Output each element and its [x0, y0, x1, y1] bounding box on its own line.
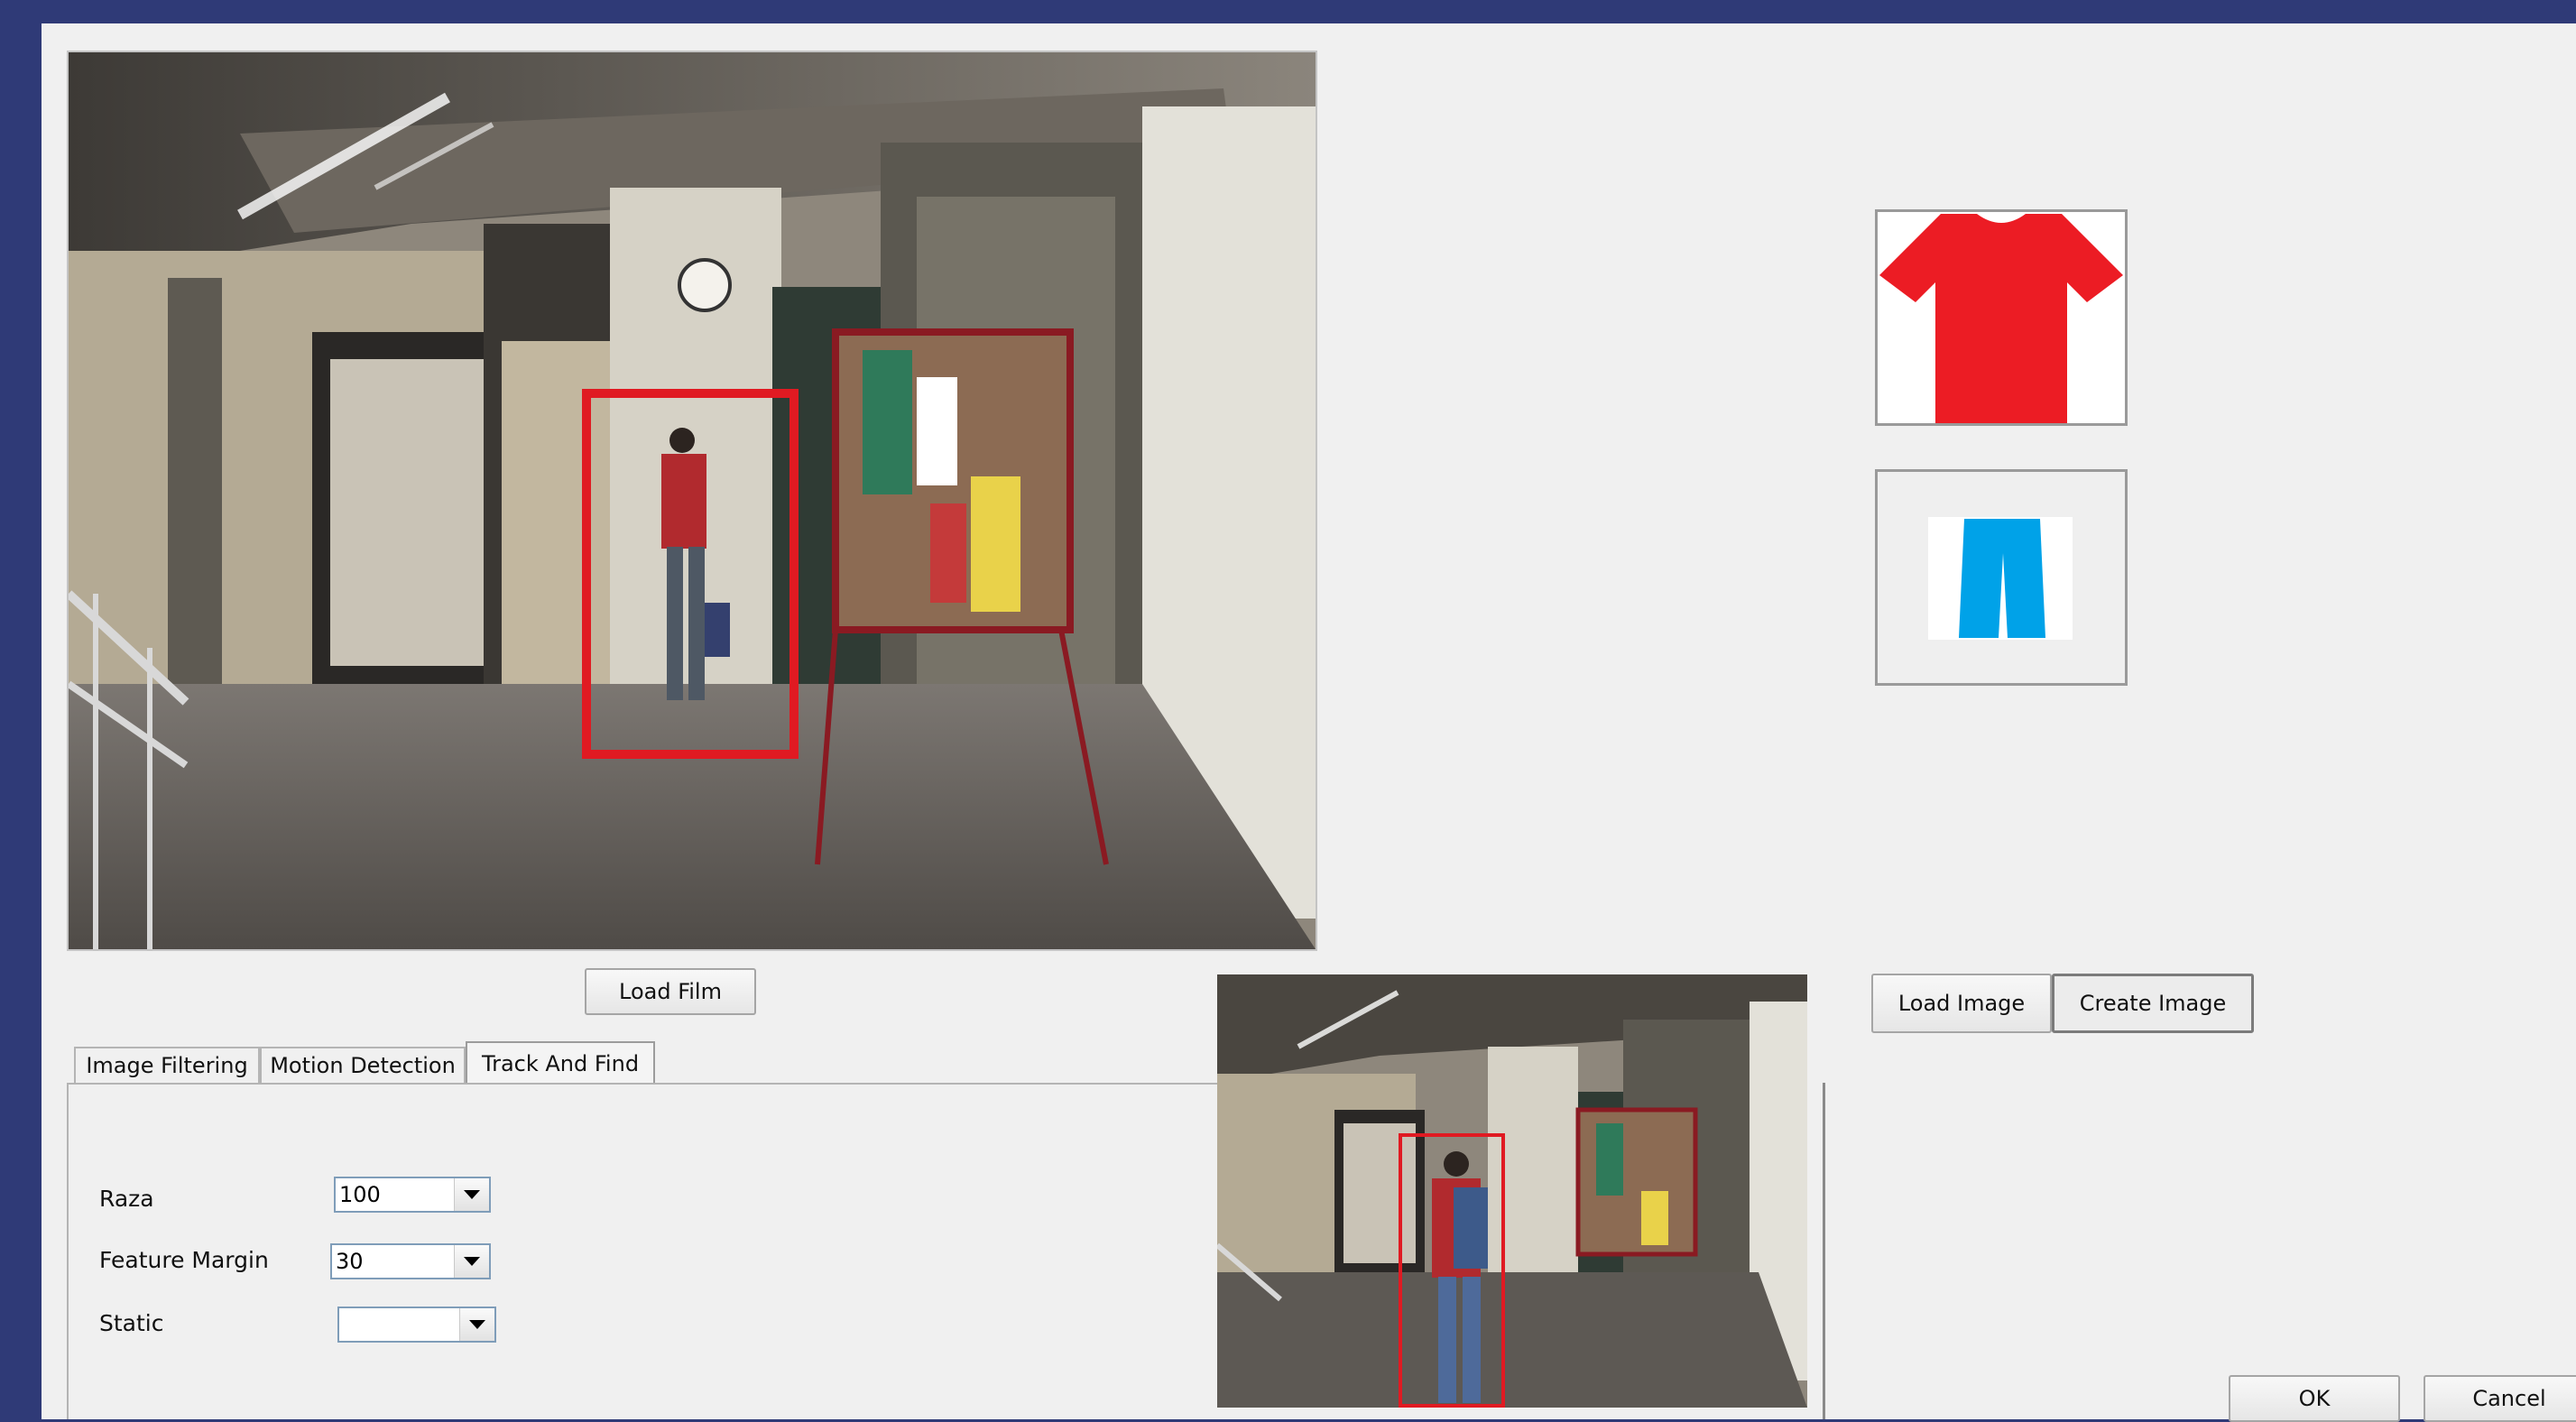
static-label: Static: [99, 1310, 164, 1336]
tab-motion-detection[interactable]: Motion Detection: [260, 1047, 466, 1083]
film-view: [67, 51, 1317, 951]
cancel-button[interactable]: Cancel: [2424, 1375, 2576, 1422]
chevron-down-icon[interactable]: [454, 1178, 489, 1211]
raza-value: 100: [339, 1182, 381, 1207]
tracking-dialog: Load Film Image Filtering Motion Detecti…: [42, 23, 2576, 1422]
found-frame-image: [1217, 974, 1807, 1408]
raza-label: Raza: [99, 1186, 154, 1212]
trousers-image: [1928, 517, 2073, 640]
feature-margin-value: 30: [336, 1249, 364, 1274]
chevron-down-icon[interactable]: [454, 1245, 489, 1278]
load-image-button[interactable]: Load Image: [1871, 974, 2052, 1033]
ok-button[interactable]: OK: [2229, 1375, 2400, 1422]
static-value: [339, 1308, 459, 1341]
top-garment-swatch[interactable]: [1875, 209, 2128, 426]
red-tshirt-icon: [1879, 214, 2123, 423]
chevron-down-icon[interactable]: [459, 1308, 494, 1341]
panel-divider: [1823, 1083, 1825, 1419]
blue-trousers-icon: [1959, 519, 2045, 638]
create-image-button[interactable]: Create Image: [2052, 974, 2254, 1033]
static-select[interactable]: [337, 1307, 496, 1343]
found-frame-view: [1217, 974, 1807, 1408]
tab-image-filtering[interactable]: Image Filtering: [74, 1047, 260, 1083]
bottom-garment-swatch[interactable]: [1875, 469, 2128, 686]
film-frame-image: [69, 52, 1316, 949]
raza-select[interactable]: 100: [334, 1177, 491, 1213]
tab-track-and-find[interactable]: Track And Find: [466, 1041, 655, 1085]
load-film-button[interactable]: Load Film: [585, 968, 756, 1015]
track-and-find-panel: Raza 100 Feature Margin 30 Static: [67, 1083, 1231, 1419]
feature-margin-select[interactable]: 30: [330, 1243, 491, 1279]
feature-margin-label: Feature Margin: [99, 1247, 269, 1273]
